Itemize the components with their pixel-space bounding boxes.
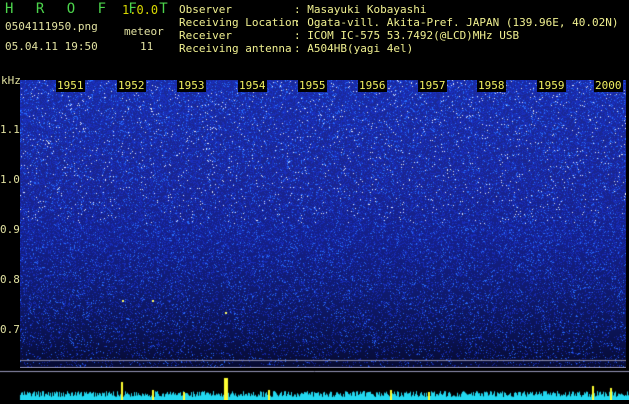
file-name: 0504111950.png	[5, 20, 98, 33]
y-tick-label: 1.1	[0, 123, 20, 136]
spectrogram-canvas	[20, 80, 626, 368]
location-row: Receiving Location: Ogata-vill. Akita-Pr…	[179, 16, 619, 29]
receiver-value: : ICOM IC-575 53.7492(@LCD)MHz USB	[294, 29, 520, 42]
meteor-count: 11	[140, 40, 154, 53]
receiver-key: Receiver	[179, 29, 232, 42]
location-value: : Ogata-vill. Akita-Pref. JAPAN (139.96E…	[294, 16, 619, 29]
x-tick-label: 1956	[358, 79, 387, 92]
header-panel: H R O F F T 1.0.0 0504111950.png meteor …	[0, 0, 629, 72]
station-info: Observer : Masayuki Kobayashi Receiving L…	[179, 3, 619, 55]
x-tick-label: 1959	[537, 79, 566, 92]
x-tick-label: 1951	[56, 79, 85, 92]
bottom-strip	[0, 368, 629, 400]
x-tick-label: 1954	[238, 79, 267, 92]
receiver-row: Receiver : ICOM IC-575 53.7492(@LCD)MHz U…	[179, 29, 619, 42]
observer-key: Observer	[179, 3, 232, 16]
x-tick-label: 1952	[117, 79, 146, 92]
observer-value: : Masayuki Kobayashi	[294, 3, 427, 16]
x-tick-label: 1953	[177, 79, 206, 92]
observer-row: Observer : Masayuki Kobayashi	[179, 3, 619, 16]
x-tick-label: 1957	[418, 79, 447, 92]
timestamp: 05.04.11 19:50	[5, 40, 98, 53]
location-key: Receiving Location	[179, 16, 299, 29]
y-tick-label: 0.8	[0, 273, 20, 286]
x-axis-labels: 1951 1952 1953 1954 1955 1956 1957 1958 1959 2000	[0, 79, 629, 93]
meteor-label: meteor	[124, 25, 164, 38]
x-tick-label: 2000	[594, 79, 623, 92]
antenna-key: Receiving antenna	[179, 42, 292, 55]
app-version: 1.0.0	[122, 3, 159, 17]
signal-strip-canvas	[0, 368, 629, 400]
x-tick-label: 1958	[477, 79, 506, 92]
y-tick-label: 1.0	[0, 173, 20, 186]
antenna-value: : A504HB(yagi 4el)	[294, 42, 414, 55]
y-tick-label: 0.9	[0, 223, 20, 236]
x-tick-label: 1955	[298, 79, 327, 92]
y-tick-label: 0.7	[0, 323, 20, 336]
antenna-row: Receiving antenna: A504HB(yagi 4el)	[179, 42, 619, 55]
